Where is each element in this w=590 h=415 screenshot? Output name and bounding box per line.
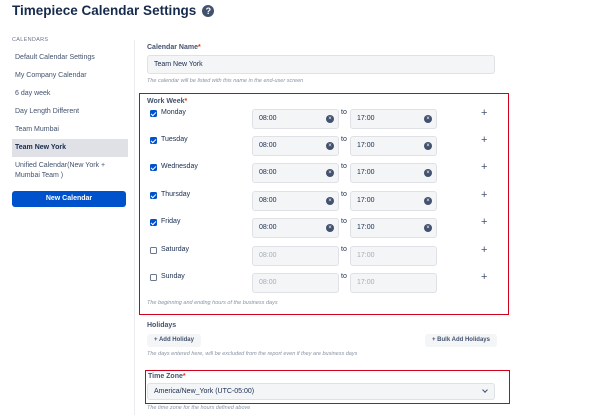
sidebar-item-my-company-calendar[interactable]: My Company Calendar	[12, 67, 128, 85]
work-week-row-monday: Monday 08:00 × to 17:00 × +	[149, 107, 495, 129]
calendar-name-input[interactable]: Team New York	[147, 55, 495, 74]
to-label: to	[341, 246, 347, 253]
end-time-input[interactable]: 17:00 ×	[350, 191, 437, 211]
day-checkbox[interactable]	[150, 192, 157, 199]
end-time-input[interactable]: 17:00 ×	[350, 136, 437, 156]
sidebar-item-6-day-week[interactable]: 6 day week	[12, 85, 128, 103]
add-interval-icon[interactable]: +	[481, 107, 487, 119]
sidebar-item-team-new-york[interactable]: Team New York	[12, 139, 128, 157]
add-interval-icon[interactable]: +	[481, 189, 487, 201]
day-name: Wednesday	[161, 163, 198, 170]
start-time-input[interactable]: 08:00 ×	[252, 218, 339, 238]
clear-icon[interactable]: ×	[424, 142, 432, 150]
day-name: Tuesday	[161, 136, 188, 143]
add-interval-icon[interactable]: +	[481, 271, 487, 283]
add-interval-icon[interactable]: +	[481, 161, 487, 173]
clear-icon[interactable]: ×	[326, 115, 334, 123]
calendar-name-label: Calendar Name*	[147, 44, 201, 51]
holidays-label: Holidays	[147, 322, 177, 329]
sidebar-item-day-length-different[interactable]: Day Length Different	[12, 103, 128, 121]
sidebar-heading: CALENDARS	[12, 37, 49, 43]
add-holiday-button[interactable]: + Add Holiday	[147, 334, 201, 347]
day-checkbox[interactable]	[150, 274, 157, 281]
work-week-row-wednesday: Wednesday 08:00 × to 17:00 × +	[149, 161, 495, 183]
end-time-input[interactable]: 17:00 ×	[350, 109, 437, 129]
day-name: Sunday	[161, 273, 185, 280]
new-calendar-button[interactable]: New Calendar	[12, 191, 126, 207]
day-checkbox[interactable]	[150, 137, 157, 144]
holidays-help: The days entered here, will be excluded …	[147, 351, 358, 357]
end-time-input: 17:00	[350, 246, 437, 266]
sidebar-item-default-calendar-settings[interactable]: Default Calendar Settings	[12, 49, 128, 67]
start-time-input[interactable]: 08:00 ×	[252, 136, 339, 156]
day-checkbox[interactable]	[150, 164, 157, 171]
clear-icon[interactable]: ×	[424, 224, 432, 232]
help-icon[interactable]: ?	[202, 4, 215, 17]
day-checkbox[interactable]	[150, 219, 157, 226]
sidebar-item-unified-calendar[interactable]: Unified Calendar(New York + Mumbai Team …	[12, 157, 128, 185]
to-label: to	[341, 191, 347, 198]
end-time-input[interactable]: 17:00 ×	[350, 218, 437, 238]
work-week-label: Work Week*	[147, 98, 188, 105]
clear-icon[interactable]: ×	[326, 197, 334, 205]
to-label: to	[341, 109, 347, 116]
time-zone-help: The time zone for the hours defined abov…	[147, 405, 251, 411]
day-checkbox[interactable]	[150, 247, 157, 254]
to-label: to	[341, 163, 347, 170]
clear-icon[interactable]: ×	[326, 224, 334, 232]
time-zone-select[interactable]: America/New_York (UTC-05:00)	[147, 383, 495, 400]
start-time-input[interactable]: 08:00 ×	[252, 109, 339, 129]
add-interval-icon[interactable]: +	[481, 134, 487, 146]
start-time-input[interactable]: 08:00 ×	[252, 163, 339, 183]
sidebar-item-team-mumbai[interactable]: Team Mumbai	[12, 121, 128, 139]
sidebar-divider	[134, 40, 135, 415]
add-interval-icon[interactable]: +	[481, 216, 487, 228]
work-week-row-friday: Friday 08:00 × to 17:00 × +	[149, 216, 495, 238]
to-label: to	[341, 136, 347, 143]
page-title: Timepiece Calendar Settings ?	[12, 3, 215, 18]
day-checkbox[interactable]	[150, 110, 157, 117]
work-week-row-sunday: Sunday 08:00 to 17:00 +	[149, 271, 495, 293]
to-label: to	[341, 218, 347, 225]
day-name: Thursday	[161, 191, 191, 198]
start-time-input: 08:00	[252, 246, 339, 266]
time-zone-label: Time Zone*	[148, 373, 186, 380]
end-time-input[interactable]: 17:00 ×	[350, 163, 437, 183]
start-time-input[interactable]: 08:00 ×	[252, 191, 339, 211]
calendar-name-help: The calendar will be listed with this na…	[147, 78, 304, 84]
bulk-add-holidays-button[interactable]: + Bulk Add Holidays	[425, 334, 497, 347]
sidebar: CALENDARS Default Calendar Settings My C…	[12, 37, 128, 207]
day-name: Friday	[161, 218, 181, 225]
add-interval-icon[interactable]: +	[481, 244, 487, 256]
time-zone-value: America/New_York (UTC-05:00)	[154, 388, 255, 395]
work-week-help: The beginning and ending hours of the bu…	[147, 300, 278, 306]
day-name: Monday	[161, 109, 186, 116]
work-week-row-thursday: Thursday 08:00 × to 17:00 × +	[149, 189, 495, 211]
to-label: to	[341, 273, 347, 280]
day-name: Saturday	[161, 246, 190, 253]
start-time-input: 08:00	[252, 273, 339, 293]
end-time-input: 17:00	[350, 273, 437, 293]
clear-icon[interactable]: ×	[424, 197, 432, 205]
chevron-down-icon	[482, 387, 488, 393]
work-week-row-tuesday: Tuesday 08:00 × to 17:00 × +	[149, 134, 495, 156]
clear-icon[interactable]: ×	[326, 169, 334, 177]
work-week-row-saturday: Saturday 08:00 to 17:00 +	[149, 244, 495, 266]
page-title-text: Timepiece Calendar Settings	[12, 3, 197, 18]
clear-icon[interactable]: ×	[424, 169, 432, 177]
clear-icon[interactable]: ×	[326, 142, 334, 150]
clear-icon[interactable]: ×	[424, 115, 432, 123]
